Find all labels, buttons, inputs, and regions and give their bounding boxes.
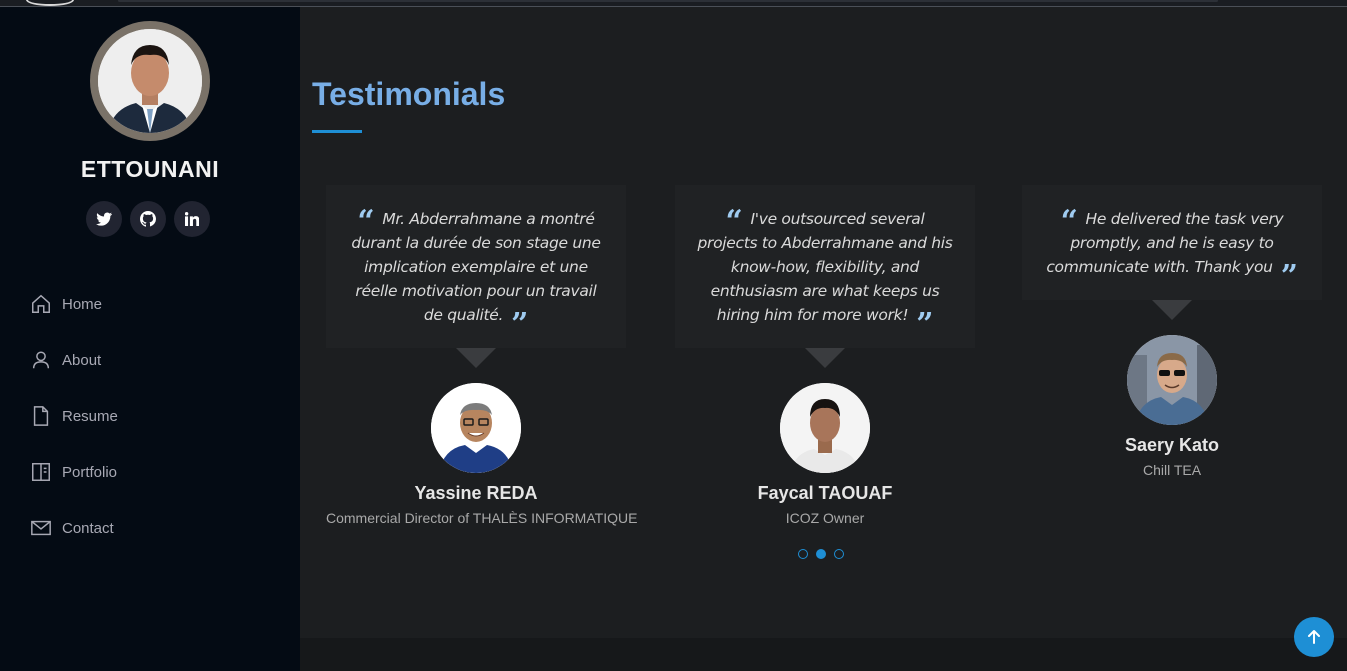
back-to-top-button[interactable] xyxy=(1294,617,1334,657)
linkedin-icon[interactable] xyxy=(174,201,210,237)
browser-logo-icon xyxy=(26,0,74,6)
testimonial-avatar xyxy=(780,383,870,473)
testimonial-role: ICOZ Owner xyxy=(785,510,865,526)
testimonial-card: “He delivered the task very promptly, an… xyxy=(1022,185,1322,478)
profile-avatar xyxy=(90,21,210,141)
pagination-dot[interactable] xyxy=(834,549,844,559)
testimonial-author: Yassine REDA xyxy=(414,483,538,503)
quote-close-icon: ” xyxy=(1280,259,1298,294)
title-underline xyxy=(312,130,362,133)
arrow-up-icon xyxy=(1308,630,1320,644)
testimonial-card: “I've outsourced several projects to Abd… xyxy=(675,185,975,526)
sidebar-item-label: Home xyxy=(62,295,103,313)
sidebar-item-about[interactable]: About xyxy=(30,332,118,388)
sidebar-item-contact[interactable]: Contact xyxy=(30,500,118,556)
section-title: Testimonials xyxy=(312,76,506,112)
testimonial-role: Chill TEA xyxy=(1142,462,1202,478)
sidebar-item-label: Portfolio xyxy=(62,463,118,481)
bubble-pointer xyxy=(456,348,496,368)
testimonial-quote: “I've outsourced several projects to Abd… xyxy=(675,185,975,348)
testimonial-role: Commercial Director of THALÈS INFORMATIQ… xyxy=(326,510,638,526)
testimonial-author: Saery Kato xyxy=(1124,435,1220,455)
quote-close-icon: ” xyxy=(916,307,934,342)
home-icon xyxy=(32,294,50,313)
testimonial-author: Faycal TAOUAF xyxy=(757,483,893,503)
address-bar[interactable] xyxy=(118,0,1218,2)
sidebar-item-label: About xyxy=(62,351,102,369)
sidebar-item-portfolio[interactable]: Portfolio xyxy=(30,444,118,500)
sidebar-item-resume[interactable]: Resume xyxy=(30,388,118,444)
book-icon xyxy=(32,463,50,481)
twitter-icon[interactable] xyxy=(86,201,122,237)
testimonial-quote: “Mr. Abderrahmane a montré durant la dur… xyxy=(326,185,626,348)
testimonial-quote: “He delivered the task very promptly, an… xyxy=(1022,185,1322,300)
quote-close-icon: ” xyxy=(511,307,529,342)
footer-strip xyxy=(300,638,1347,671)
pagination-dot[interactable] xyxy=(798,549,808,559)
carousel-pagination xyxy=(798,549,844,559)
testimonial-card: “Mr. Abderrahmane a montré durant la dur… xyxy=(326,185,638,526)
browser-top-strip xyxy=(0,0,1347,7)
file-icon xyxy=(33,406,49,426)
bubble-pointer xyxy=(1152,300,1192,320)
sidebar-item-home[interactable]: Home xyxy=(30,276,118,332)
pagination-dot-active[interactable] xyxy=(816,549,826,559)
person-icon xyxy=(32,351,50,369)
sidebar-item-label: Contact xyxy=(62,519,114,537)
sidebar-item-label: Resume xyxy=(62,407,118,425)
github-icon[interactable] xyxy=(130,201,166,237)
envelope-icon xyxy=(31,520,51,536)
profile-name: ETTOUNANI xyxy=(80,156,220,182)
bubble-pointer xyxy=(805,348,845,368)
social-links xyxy=(86,201,210,237)
sidebar-nav: Home About Resume Portfolio Contact xyxy=(30,276,118,556)
sidebar: ETTOUNANI Home About Resume Portfolio Co… xyxy=(0,6,300,671)
main-content: Testimonials “Mr. Abderrahmane a montré … xyxy=(300,6,1347,638)
testimonial-avatar xyxy=(431,383,521,473)
testimonial-avatar xyxy=(1127,335,1217,425)
